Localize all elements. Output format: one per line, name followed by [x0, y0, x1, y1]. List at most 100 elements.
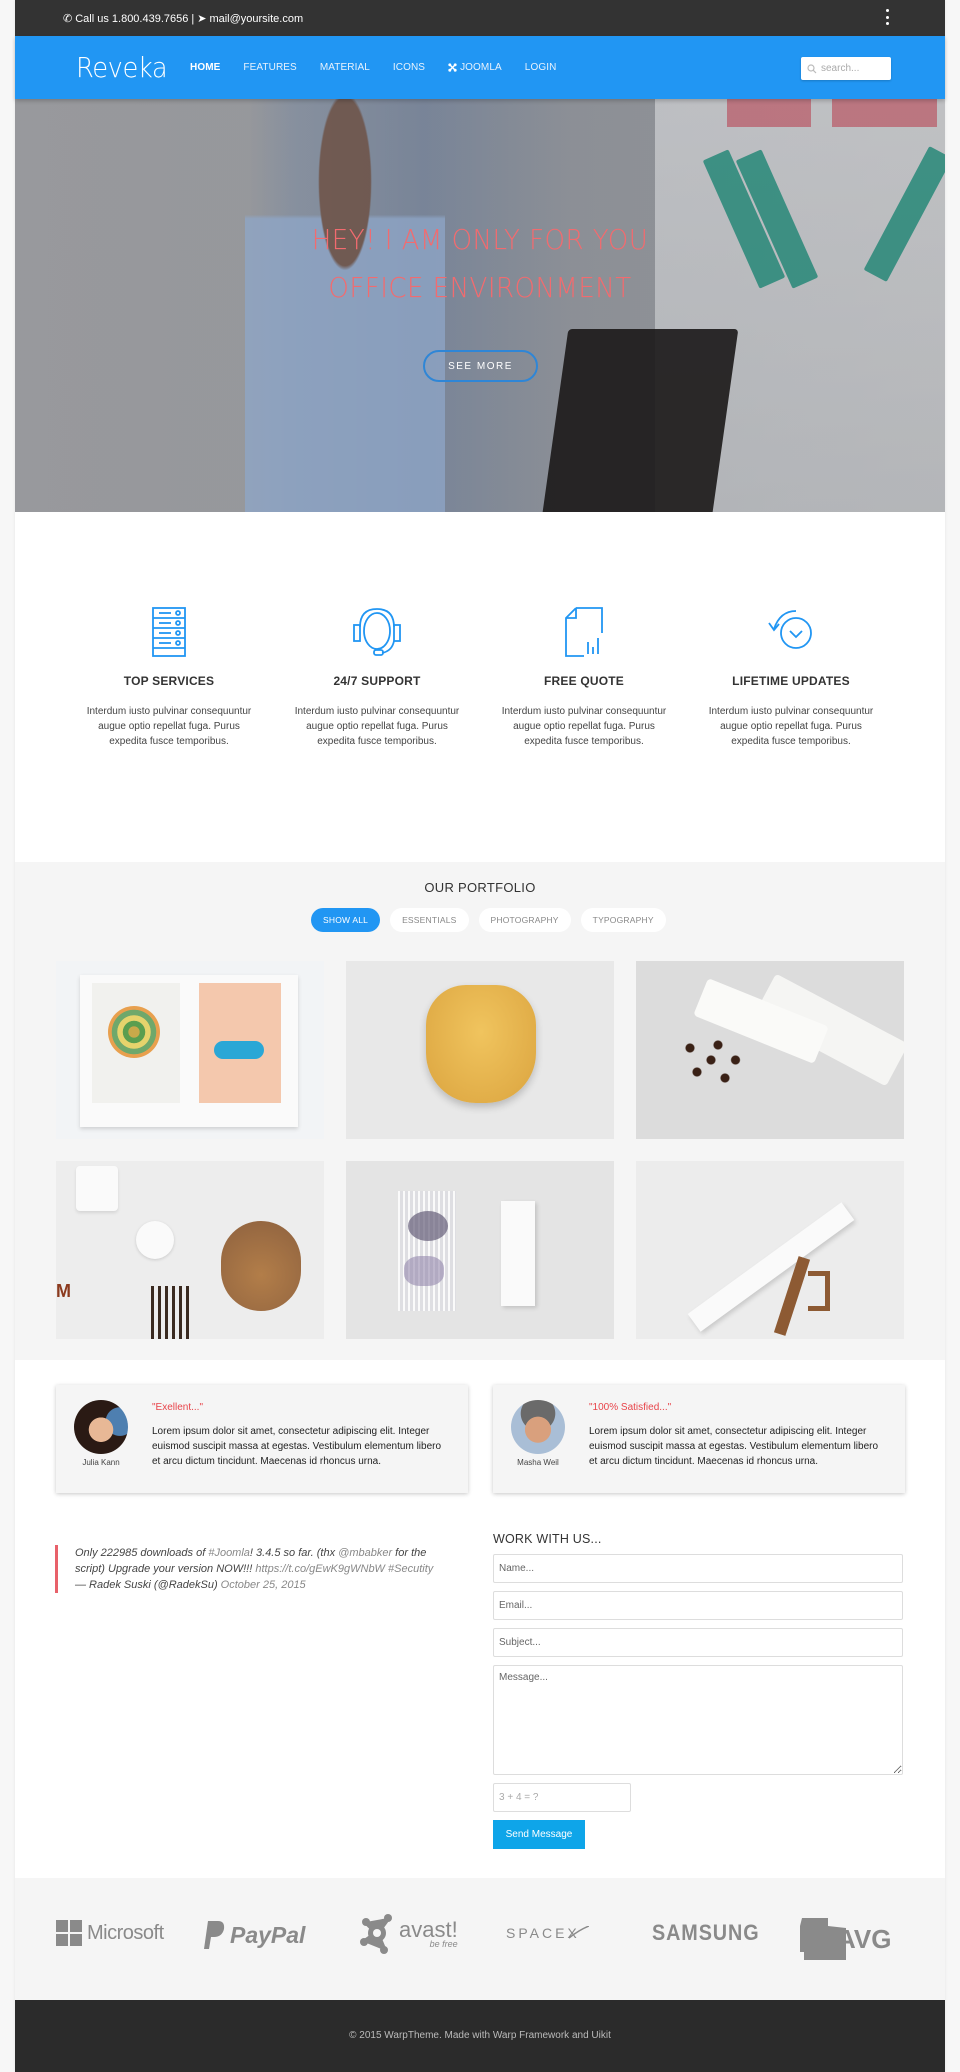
portfolio-item-tablet-stand[interactable]	[636, 1161, 904, 1339]
logo-text: PayPal	[230, 1921, 306, 1948]
hero-heading-line1: HEY! I AM ONLY FOR YOU	[311, 223, 649, 256]
portfolio-item-coffee[interactable]	[636, 961, 904, 1139]
wooden-stand-hook	[808, 1271, 830, 1311]
feature-top-services: TOP SERVICES Interdum iusto pulvinar con…	[79, 607, 259, 749]
paper-plane-icon: ➤	[197, 13, 207, 25]
tea-logo: M	[56, 1281, 71, 1301]
headset-icon	[353, 608, 401, 656]
logo-paypal[interactable]: PayPal	[203, 1920, 305, 1950]
sculpture-hand	[408, 1211, 448, 1241]
footer-copyright: © 2015 WarpTheme. Made with Warp Framewo…	[349, 2030, 611, 2041]
features-section: TOP SERVICES Interdum iusto pulvinar con…	[15, 512, 945, 862]
tablet	[687, 1202, 855, 1332]
footer: © 2015 WarpTheme. Made with Warp Framewo…	[15, 2000, 945, 2072]
tweet-hashtag[interactable]: #Joomla	[208, 1547, 250, 1559]
email-link[interactable]: mail@yoursite.com	[209, 13, 303, 25]
hero-heading-line2: OFFICE ENVIRONMENT	[328, 271, 632, 304]
tea-coaster	[136, 1221, 174, 1259]
testimonial-text: Lorem ipsum dolor sit amet, consectetur …	[152, 1426, 442, 1467]
captcha-field[interactable]	[493, 1783, 631, 1812]
portfolio-item-tea[interactable]: M	[56, 1161, 324, 1339]
avatar	[74, 1400, 128, 1454]
phone-icon: ✆	[63, 13, 73, 25]
logo-microsoft[interactable]: Microsoft	[56, 1920, 164, 1946]
tweet-hashtag[interactable]: #Secutity	[388, 1563, 433, 1575]
nav-item-label: ICONS	[392, 62, 426, 73]
tweet-text: ! 3.4.5 so far. (thx	[249, 1547, 339, 1559]
logo-tagline: be free	[429, 1939, 458, 1949]
tweet-date[interactable]: October 25, 2015	[221, 1579, 306, 1591]
portfolio-section: OUR PORTFOLIO SHOW ALL ESSENTIALS PHOTOG…	[15, 862, 945, 1360]
coffee-beans	[676, 1036, 746, 1096]
feature-title: FREE QUOTE	[543, 674, 624, 688]
nav-item-label: JOOMLA	[460, 62, 502, 73]
search-icon	[807, 63, 817, 73]
logo-spacex[interactable]: SPACEX	[506, 1925, 589, 1941]
microsoft-logo-icon	[56, 1920, 82, 1946]
filter-typography[interactable]: TYPOGRAPHY	[580, 908, 666, 932]
joomla-icon	[448, 63, 457, 72]
avatar	[511, 1400, 565, 1454]
nav-item-material[interactable]: MATERIAL	[320, 62, 370, 73]
nav-item-label: FEATURES	[243, 62, 297, 73]
logo-avast[interactable]: avast! be free	[360, 1912, 458, 1954]
partner-logos: Microsoft PayPal avast! be free SPACEX S…	[15, 1878, 945, 2000]
feature-text: Interdum iusto pulvinar consequuntur aug…	[501, 706, 667, 747]
testimonial-card: Masha Weil "100% Satisfied..." Lorem ips…	[493, 1385, 905, 1493]
site-logo[interactable]: Reveka	[76, 51, 168, 84]
top-bar: ✆ Call us 1.800.439.7656 | ➤ mail@yoursi…	[15, 0, 945, 36]
glass-layers	[398, 1191, 456, 1311]
filter-essentials[interactable]: ESSENTIALS	[390, 908, 469, 932]
server-icon	[152, 607, 186, 657]
filter-show-all[interactable]: SHOW ALL	[311, 908, 381, 932]
sculpture-shape	[404, 1256, 444, 1286]
feature-lifetime-updates: LIFETIME UPDATES Interdum iusto pulvinar…	[701, 607, 881, 749]
pencils	[151, 1286, 191, 1339]
portfolio-item-chair[interactable]	[346, 961, 614, 1139]
logo-text: Microsoft	[87, 1921, 164, 1944]
nav-item-joomla[interactable]: JOOMLA	[448, 62, 502, 73]
feature-title: LIFETIME UPDATES	[732, 674, 850, 688]
testimonial-text: Lorem ipsum dolor sit amet, consectetur …	[589, 1426, 879, 1467]
send-message-button[interactable]: Send Message	[493, 1820, 585, 1849]
tweet-text: Only 222985 downloads of	[75, 1547, 209, 1559]
search-box	[801, 57, 891, 80]
kebab-menu-icon[interactable]	[884, 9, 890, 25]
logo-avg[interactable]: AVG	[798, 1916, 891, 1962]
document-chart-icon	[565, 607, 603, 657]
tweet-mention[interactable]: @mbabker	[338, 1547, 392, 1559]
see-more-button[interactable]: SEE MORE	[423, 350, 538, 382]
hero-banner: HEY! I AM ONLY FOR YOU OFFICE ENVIRONMEN…	[15, 99, 945, 512]
contact-title: WORK WITH US...	[493, 1532, 602, 1546]
search-input[interactable]	[821, 63, 887, 74]
feature-support: 24/7 SUPPORT Interdum iusto pulvinar con…	[287, 607, 467, 749]
feature-free-quote: FREE QUOTE Interdum iusto pulvinar conse…	[494, 607, 674, 749]
hero-books	[727, 99, 937, 127]
phone-number: Call us 1.800.439.7656	[75, 12, 189, 25]
message-field[interactable]	[493, 1665, 903, 1775]
book-pattern	[214, 1041, 264, 1059]
nav-item-features[interactable]: FEATURES	[243, 62, 296, 73]
testimonial-quote: "Exellent..."	[152, 1402, 204, 1413]
testimonial-card: Julia Kann "Exellent..." Lorem ipsum dol…	[56, 1385, 468, 1493]
book-illustration	[108, 1006, 160, 1058]
main-navbar: Reveka HOME FEATURES MATERIAL ICONS JOOM…	[15, 36, 945, 99]
testimonial-quote: "100% Satisfied..."	[589, 1402, 672, 1413]
email-field[interactable]	[493, 1591, 903, 1620]
nav-item-login[interactable]: LOGIN	[525, 62, 557, 73]
logo-samsung[interactable]: SAMSUNG	[652, 1920, 771, 1946]
contact-form: WORK WITH US... Send Message	[493, 1532, 905, 1849]
nav-item-home[interactable]: HOME	[190, 62, 220, 73]
portfolio-item-book[interactable]	[56, 961, 324, 1139]
filter-photography[interactable]: PHOTOGRAPHY	[478, 908, 571, 932]
feature-title: 24/7 SUPPORT	[333, 674, 421, 688]
portfolio-item-sculpture[interactable]	[346, 1161, 614, 1339]
tweet-link[interactable]: https://t.co/gEwK9gWNbW	[255, 1563, 385, 1575]
spacex-logo-icon	[568, 1926, 589, 1939]
logo-text: SAMSUNG	[652, 1920, 760, 1945]
tea-cup	[76, 1166, 118, 1211]
subject-field[interactable]	[493, 1628, 903, 1657]
nav-item-icons[interactable]: ICONS	[393, 62, 425, 73]
tweet-quote: Only 222985 downloads of #Joomla! 3.4.5 …	[55, 1545, 445, 1593]
name-field[interactable]	[493, 1554, 903, 1583]
